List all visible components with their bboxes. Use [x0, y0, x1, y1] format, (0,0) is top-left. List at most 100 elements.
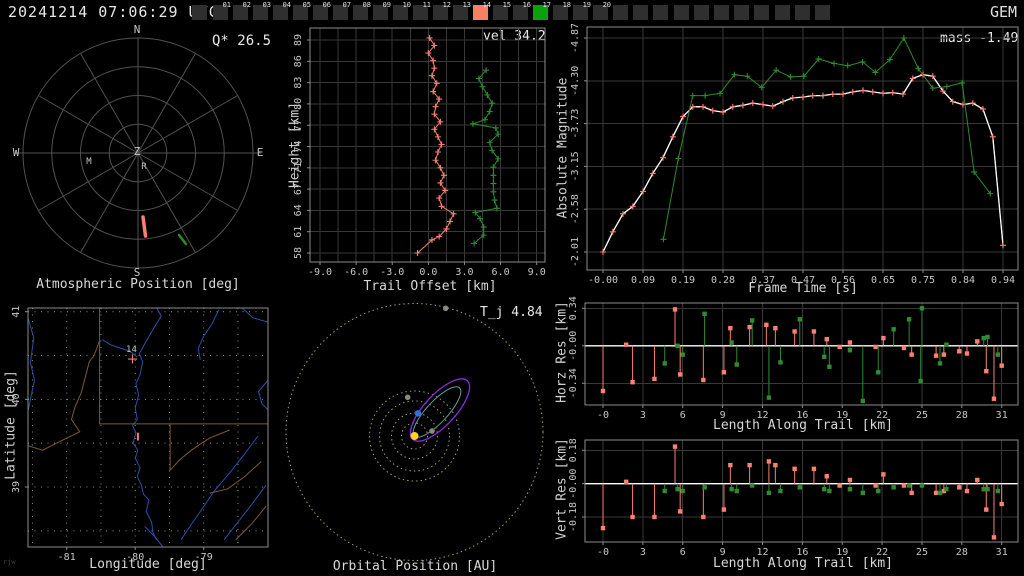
frame-box-09[interactable]: 09	[373, 1, 391, 20]
frame-box-17[interactable]: 17	[533, 1, 551, 20]
svg-text:61: 61	[293, 226, 304, 238]
frame-number-label: 10	[402, 1, 411, 9]
trail-offset-plot: -9.0 -6.0 -3.0 0.0 3.0 6.0 9.0 89 86 83 80 77 74 71 67…	[293, 27, 546, 278]
frame-box-04[interactable]: 04	[273, 1, 291, 20]
frame-box-14[interactable]: 14	[473, 1, 491, 20]
svg-text:0.19: 0.19	[671, 275, 695, 286]
frame-box-pre[interactable]	[192, 5, 207, 20]
svg-text:86: 86	[293, 55, 304, 67]
frame-number-label: 18	[562, 1, 571, 9]
svg-text:0.34: 0.34	[568, 296, 579, 320]
svg-text:-4.30: -4.30	[570, 66, 581, 96]
svg-text:-80: -80	[126, 552, 144, 563]
svg-text:19: 19	[836, 547, 848, 558]
ground-track-map: 14 -81 -80 -79 41 40 39	[11, 306, 269, 563]
frame-box-extra[interactable]	[714, 5, 729, 20]
svg-text:9: 9	[720, 410, 726, 421]
frame-box-extra[interactable]	[734, 5, 750, 20]
frame-box-12[interactable]: 12	[433, 1, 451, 20]
svg-text:-9.0: -9.0	[308, 267, 332, 278]
frame-box-15[interactable]: 15	[493, 1, 511, 20]
svg-text:41: 41	[11, 306, 22, 318]
svg-text:-3.0: -3.0	[380, 267, 404, 278]
svg-text:28: 28	[956, 547, 968, 558]
svg-text:E: E	[257, 146, 264, 159]
frame-box-18[interactable]: 18	[553, 1, 571, 20]
frame-number-label: 20	[602, 1, 611, 9]
svg-text:-0: -0	[597, 410, 609, 421]
frame-box-extra[interactable]	[613, 5, 628, 20]
frame-box-extra[interactable]	[693, 5, 709, 20]
frame-box-08[interactable]: 08	[353, 1, 371, 20]
frame-box-extra[interactable]	[673, 5, 689, 20]
svg-text:39: 39	[11, 481, 22, 493]
jupiter-body	[442, 305, 449, 312]
svg-text:89: 89	[293, 34, 304, 46]
svg-text:-0: -0	[597, 547, 609, 558]
svg-text:6: 6	[680, 547, 686, 558]
svg-text:9: 9	[720, 547, 726, 558]
utc-timestamp: 20241214 07:06:29 UTC	[8, 3, 219, 21]
svg-text:14: 14	[126, 345, 137, 355]
frame-number-label: 19	[582, 1, 591, 9]
frame-box-07[interactable]: 07	[333, 1, 351, 20]
svg-text:80: 80	[293, 98, 304, 110]
frame-box-03[interactable]: 03	[253, 1, 271, 20]
svg-text:22: 22	[876, 410, 888, 421]
svg-text:N: N	[134, 24, 141, 36]
svg-text:S: S	[134, 266, 141, 279]
frame-box-06[interactable]: 06	[313, 1, 331, 20]
svg-text:3.0: 3.0	[455, 267, 473, 278]
svg-text:-0.00: -0.00	[568, 469, 579, 499]
svg-text:71: 71	[293, 162, 304, 174]
svg-text:-6.0: -6.0	[344, 267, 368, 278]
svg-text:77: 77	[293, 119, 304, 131]
svg-text:0.56: 0.56	[831, 275, 855, 286]
frame-box-extra[interactable]	[653, 5, 669, 20]
svg-text:16: 16	[796, 547, 808, 558]
svg-text:-3.73: -3.73	[570, 109, 581, 139]
frame-box-19[interactable]: 19	[573, 1, 591, 20]
svg-text:9.0: 9.0	[528, 267, 546, 278]
svg-text:83: 83	[293, 77, 304, 89]
svg-text:-0.00: -0.00	[568, 331, 579, 361]
svg-text:25: 25	[916, 410, 928, 421]
svg-text:-0.00: -0.00	[588, 275, 618, 286]
frame-box-13[interactable]: 13	[453, 1, 471, 20]
frame-box-01[interactable]: 01	[213, 1, 231, 20]
frame-box-20[interactable]: 20	[593, 1, 611, 20]
frame-box-extra[interactable]	[815, 5, 830, 20]
svg-text:22: 22	[876, 547, 888, 558]
svg-text:58: 58	[293, 247, 304, 259]
frame-box-11[interactable]: 11	[413, 1, 431, 20]
frame-box-extra[interactable]	[794, 5, 810, 20]
frame-number-label: 17	[542, 1, 551, 9]
svg-text:-2.58: -2.58	[570, 194, 581, 224]
frame-box-02[interactable]: 02	[233, 1, 251, 20]
svg-text:16: 16	[796, 410, 808, 421]
frame-box-extra[interactable]	[754, 5, 770, 20]
svg-text:Z: Z	[134, 145, 141, 158]
svg-text:3: 3	[640, 410, 646, 421]
svg-text:31: 31	[996, 410, 1008, 421]
frame-box-16[interactable]: 16	[513, 1, 531, 20]
frame-box-extra[interactable]	[774, 5, 790, 20]
frame-number-label: 04	[282, 1, 291, 9]
svg-text:-0.34: -0.34	[568, 368, 579, 398]
svg-text:0.18: 0.18	[568, 438, 579, 462]
orbital-position-plot	[285, 303, 544, 561]
frame-number-label: 02	[242, 1, 251, 9]
svg-text:-4.87: -4.87	[570, 24, 581, 53]
magnitude-plot: -0.00 0.09 0.19 0.28 0.37 0.47 0.56 0.65 0.75 0.8…	[570, 24, 1019, 286]
frame-box-10[interactable]: 10	[393, 1, 411, 20]
frame-number-label: 08	[362, 1, 371, 9]
svg-text:12: 12	[756, 547, 768, 558]
svg-text:0.37: 0.37	[751, 275, 775, 286]
frame-box-extra[interactable]	[633, 5, 649, 20]
frame-number-label: 11	[422, 1, 431, 9]
svg-text:31: 31	[996, 547, 1008, 558]
frame-box-05[interactable]: 05	[293, 1, 311, 20]
svg-text:0.28: 0.28	[711, 275, 735, 286]
frame-number-label: 05	[302, 1, 311, 9]
svg-text:-81: -81	[58, 552, 76, 563]
